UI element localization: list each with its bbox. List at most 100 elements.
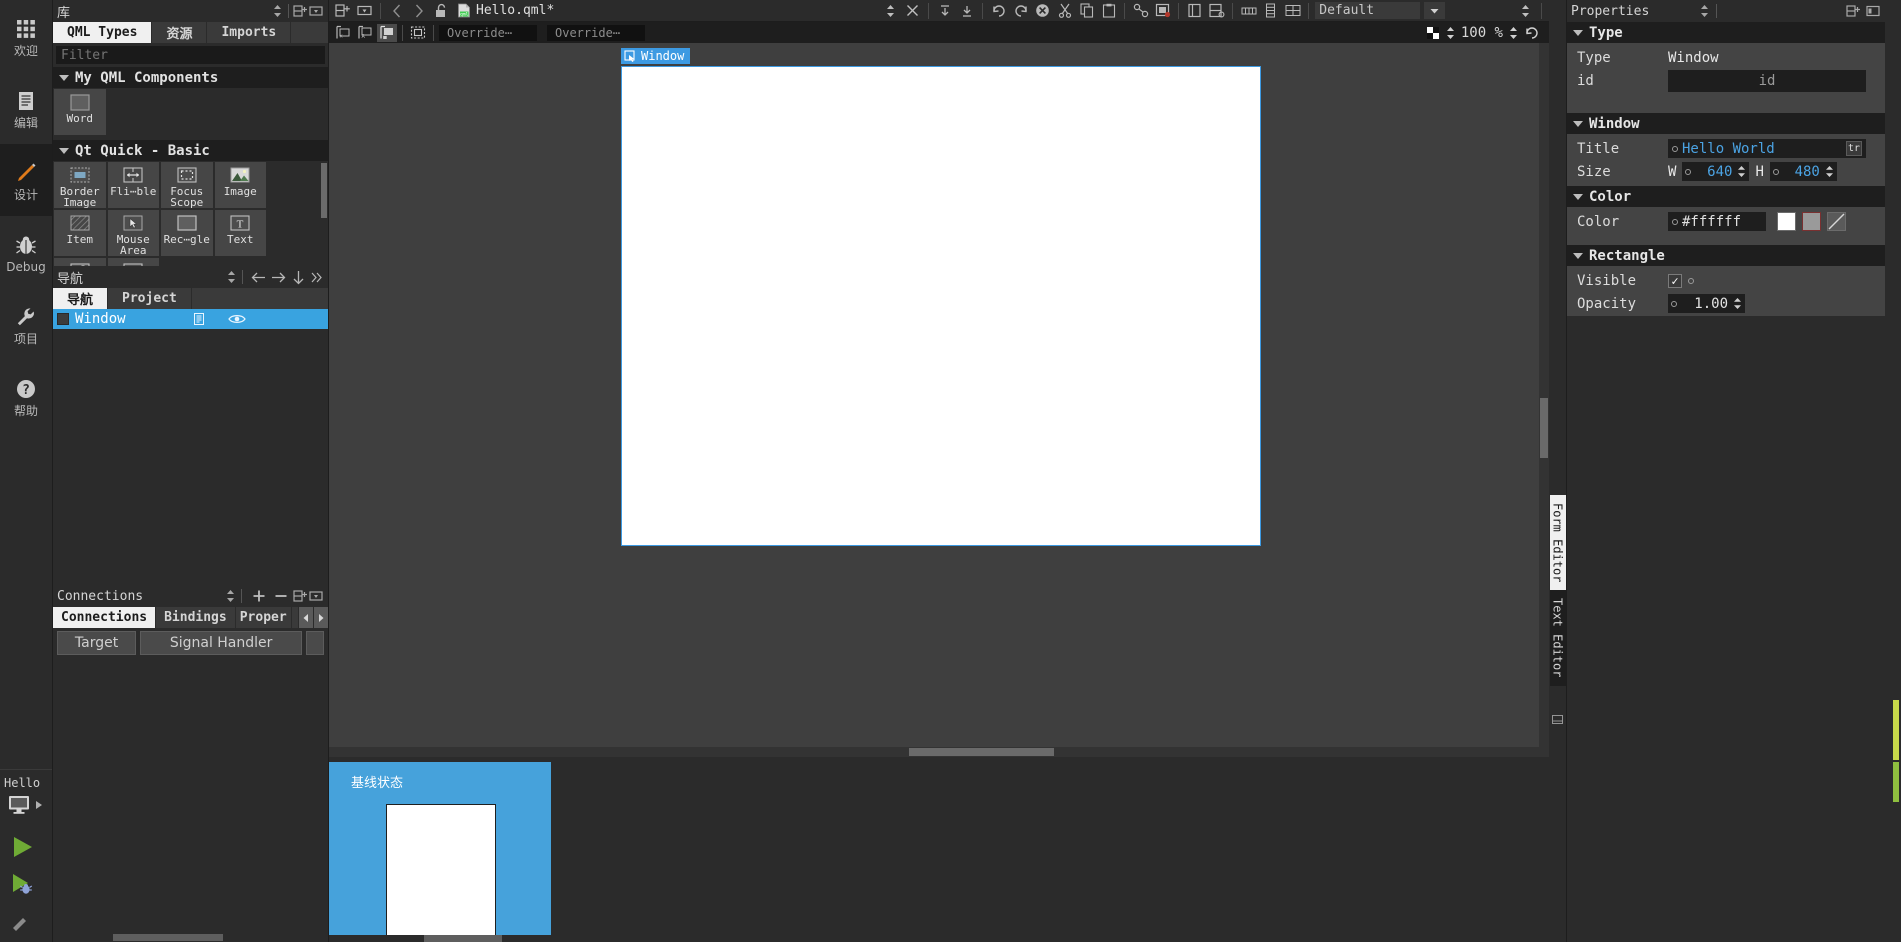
vtab-form-editor[interactable]: Form Editor — [1549, 495, 1566, 591]
preset-select[interactable]: Default — [1315, 2, 1421, 19]
stop-icon[interactable] — [1033, 2, 1052, 20]
snap-anchors-icon[interactable]: A — [355, 24, 375, 42]
no-snapping-icon[interactable]: x — [333, 24, 353, 42]
width-field[interactable]: 640 — [1682, 162, 1750, 181]
arrow-down-icon[interactable] — [288, 269, 308, 285]
split-editor-side-icon[interactable] — [1207, 2, 1226, 20]
tab-imports[interactable]: Imports — [207, 22, 292, 43]
design-form-window[interactable] — [621, 66, 1261, 546]
color-swatch-solid[interactable] — [1777, 212, 1796, 231]
height-stepper[interactable] — [1825, 165, 1834, 178]
split-add-icon[interactable] — [1845, 3, 1861, 19]
arrow-left-icon[interactable] — [248, 269, 268, 285]
library-item-border-image[interactable]: Border Image — [53, 161, 107, 209]
mode-welcome[interactable]: 欢迎 — [0, 0, 52, 72]
reset-view-icon[interactable] — [1524, 26, 1539, 40]
copy-icon[interactable] — [1077, 2, 1096, 20]
kit-target-row[interactable] — [2, 790, 52, 826]
library-item-word[interactable]: Word — [53, 88, 107, 136]
cut-icon[interactable] — [1055, 2, 1074, 20]
snap-items-icon[interactable] — [377, 23, 397, 42]
mode-projects[interactable]: 项目 — [0, 288, 52, 360]
search-input[interactable] — [56, 46, 325, 64]
id-field[interactable]: id — [1668, 69, 1866, 92]
panel-combo-spin-icon[interactable] — [269, 3, 285, 19]
column-target[interactable]: Target — [57, 631, 137, 655]
unlock-icon[interactable] — [431, 2, 450, 20]
override-height-field[interactable]: Override⋯ — [547, 24, 645, 41]
library-item-text-edit[interactable] — [106, 257, 160, 266]
grid-view-icon[interactable] — [1283, 2, 1302, 20]
open-file-chip[interactable]: qml Hello.qml* — [453, 3, 558, 18]
tab-properties[interactable]: Proper — [235, 607, 292, 628]
library-scrollbar[interactable] — [320, 161, 328, 266]
tab-qml-types[interactable]: QML Types — [53, 22, 153, 43]
plus-icon[interactable] — [248, 588, 270, 604]
binding-indicator-icon[interactable] — [1671, 300, 1677, 307]
mode-debug[interactable]: Debug — [0, 216, 52, 288]
navigator-row-window[interactable]: Window — [53, 309, 328, 329]
mode-design[interactable]: 设计 — [0, 144, 52, 216]
connections-hscrollbar-thumb[interactable] — [113, 934, 223, 941]
mode-edit[interactable]: 编辑 — [0, 72, 52, 144]
library-item-image[interactable]: Image — [213, 161, 267, 209]
visible-checkbox[interactable]: ✓ — [1668, 273, 1682, 288]
canvas-hscrollbar[interactable] — [329, 747, 1549, 757]
color-swatch-gradient[interactable] — [1802, 212, 1821, 231]
file-combo-spin-icon[interactable] — [881, 2, 900, 20]
library-item-rectangle[interactable]: Rec⋯gle — [160, 209, 214, 257]
binding-indicator-icon[interactable] — [1688, 277, 1694, 284]
states-hscrollbar[interactable] — [329, 935, 1549, 942]
expand-all-icon[interactable] — [957, 2, 976, 20]
properties-section-window[interactable]: Window — [1567, 113, 1885, 134]
panel-combo-spin-icon[interactable] — [1697, 3, 1713, 19]
preset-caret-icon[interactable] — [1423, 2, 1446, 19]
properties-section-type[interactable]: Type — [1567, 22, 1885, 43]
zoom-selection-icon[interactable] — [1426, 26, 1440, 40]
back-icon[interactable] — [387, 2, 406, 20]
panel-dropdown-icon[interactable] — [308, 588, 324, 604]
section-qt-quick-basic[interactable]: Qt Quick - Basic — [53, 140, 328, 161]
library-item-text[interactable]: T Text — [213, 209, 267, 257]
zoom-spinner-icon-2[interactable] — [1508, 26, 1519, 40]
split-editor-icon[interactable] — [1185, 2, 1204, 20]
tab-resources[interactable]: 资源 — [152, 22, 208, 43]
canvas-vscrollbar-thumb[interactable] — [1540, 398, 1548, 458]
library-item-flickable[interactable]: Fli⋯ble — [106, 161, 160, 209]
library-item-mouse-area[interactable]: Mouse Area — [106, 209, 160, 257]
columns-view-icon[interactable] — [1239, 2, 1258, 20]
library-item-focus-scope[interactable]: Focus Scope — [160, 161, 214, 209]
opacity-field[interactable]: 1.00 — [1668, 294, 1745, 313]
binding-indicator-icon[interactable] — [1685, 168, 1692, 175]
zoom-spinner-icon[interactable] — [1445, 26, 1456, 40]
library-item-text-input[interactable]: T — [53, 257, 107, 266]
connections-hscrollbar[interactable] — [53, 934, 328, 942]
panel-combo-spin-icon[interactable] — [223, 269, 239, 285]
eye-icon[interactable] — [228, 313, 246, 325]
tab-bindings[interactable]: Bindings — [156, 607, 236, 628]
collapse-all-icon[interactable] — [935, 2, 954, 20]
translate-badge[interactable]: tr — [1846, 141, 1862, 156]
editor-dropdown-icon[interactable] — [355, 2, 374, 20]
vtab-text-editor[interactable]: Text Editor — [1549, 590, 1566, 686]
canvas-hscrollbar-thumb[interactable] — [909, 748, 1054, 756]
height-field[interactable]: 480 — [1769, 162, 1837, 181]
build-button[interactable] — [0, 908, 52, 942]
section-my-qml-components[interactable]: My QML Components — [53, 67, 328, 88]
canvas-vscrollbar[interactable] — [1539, 43, 1549, 747]
state-card-base[interactable]: 基线状态 — [329, 762, 551, 942]
debug-breakpoint-icon[interactable] — [1153, 2, 1172, 20]
rows-view-icon[interactable] — [1261, 2, 1280, 20]
split-add-icon[interactable] — [333, 2, 352, 20]
form-editor-canvas[interactable]: Window — [329, 43, 1549, 747]
mode-help[interactable]: ? 帮助 — [0, 360, 52, 432]
toolbar-combo-spin-icon[interactable] — [1516, 2, 1535, 20]
kit-expand-arrow[interactable] — [35, 800, 43, 810]
opacity-stepper[interactable] — [1733, 297, 1742, 310]
properties-section-color[interactable]: Color — [1567, 186, 1885, 207]
close-icon[interactable] — [903, 2, 922, 20]
minimize-panel-icon[interactable] — [1552, 714, 1563, 725]
tab-navigator[interactable]: 导航 — [53, 288, 109, 309]
column-extra[interactable] — [306, 631, 324, 655]
minus-icon[interactable] — [270, 588, 292, 604]
